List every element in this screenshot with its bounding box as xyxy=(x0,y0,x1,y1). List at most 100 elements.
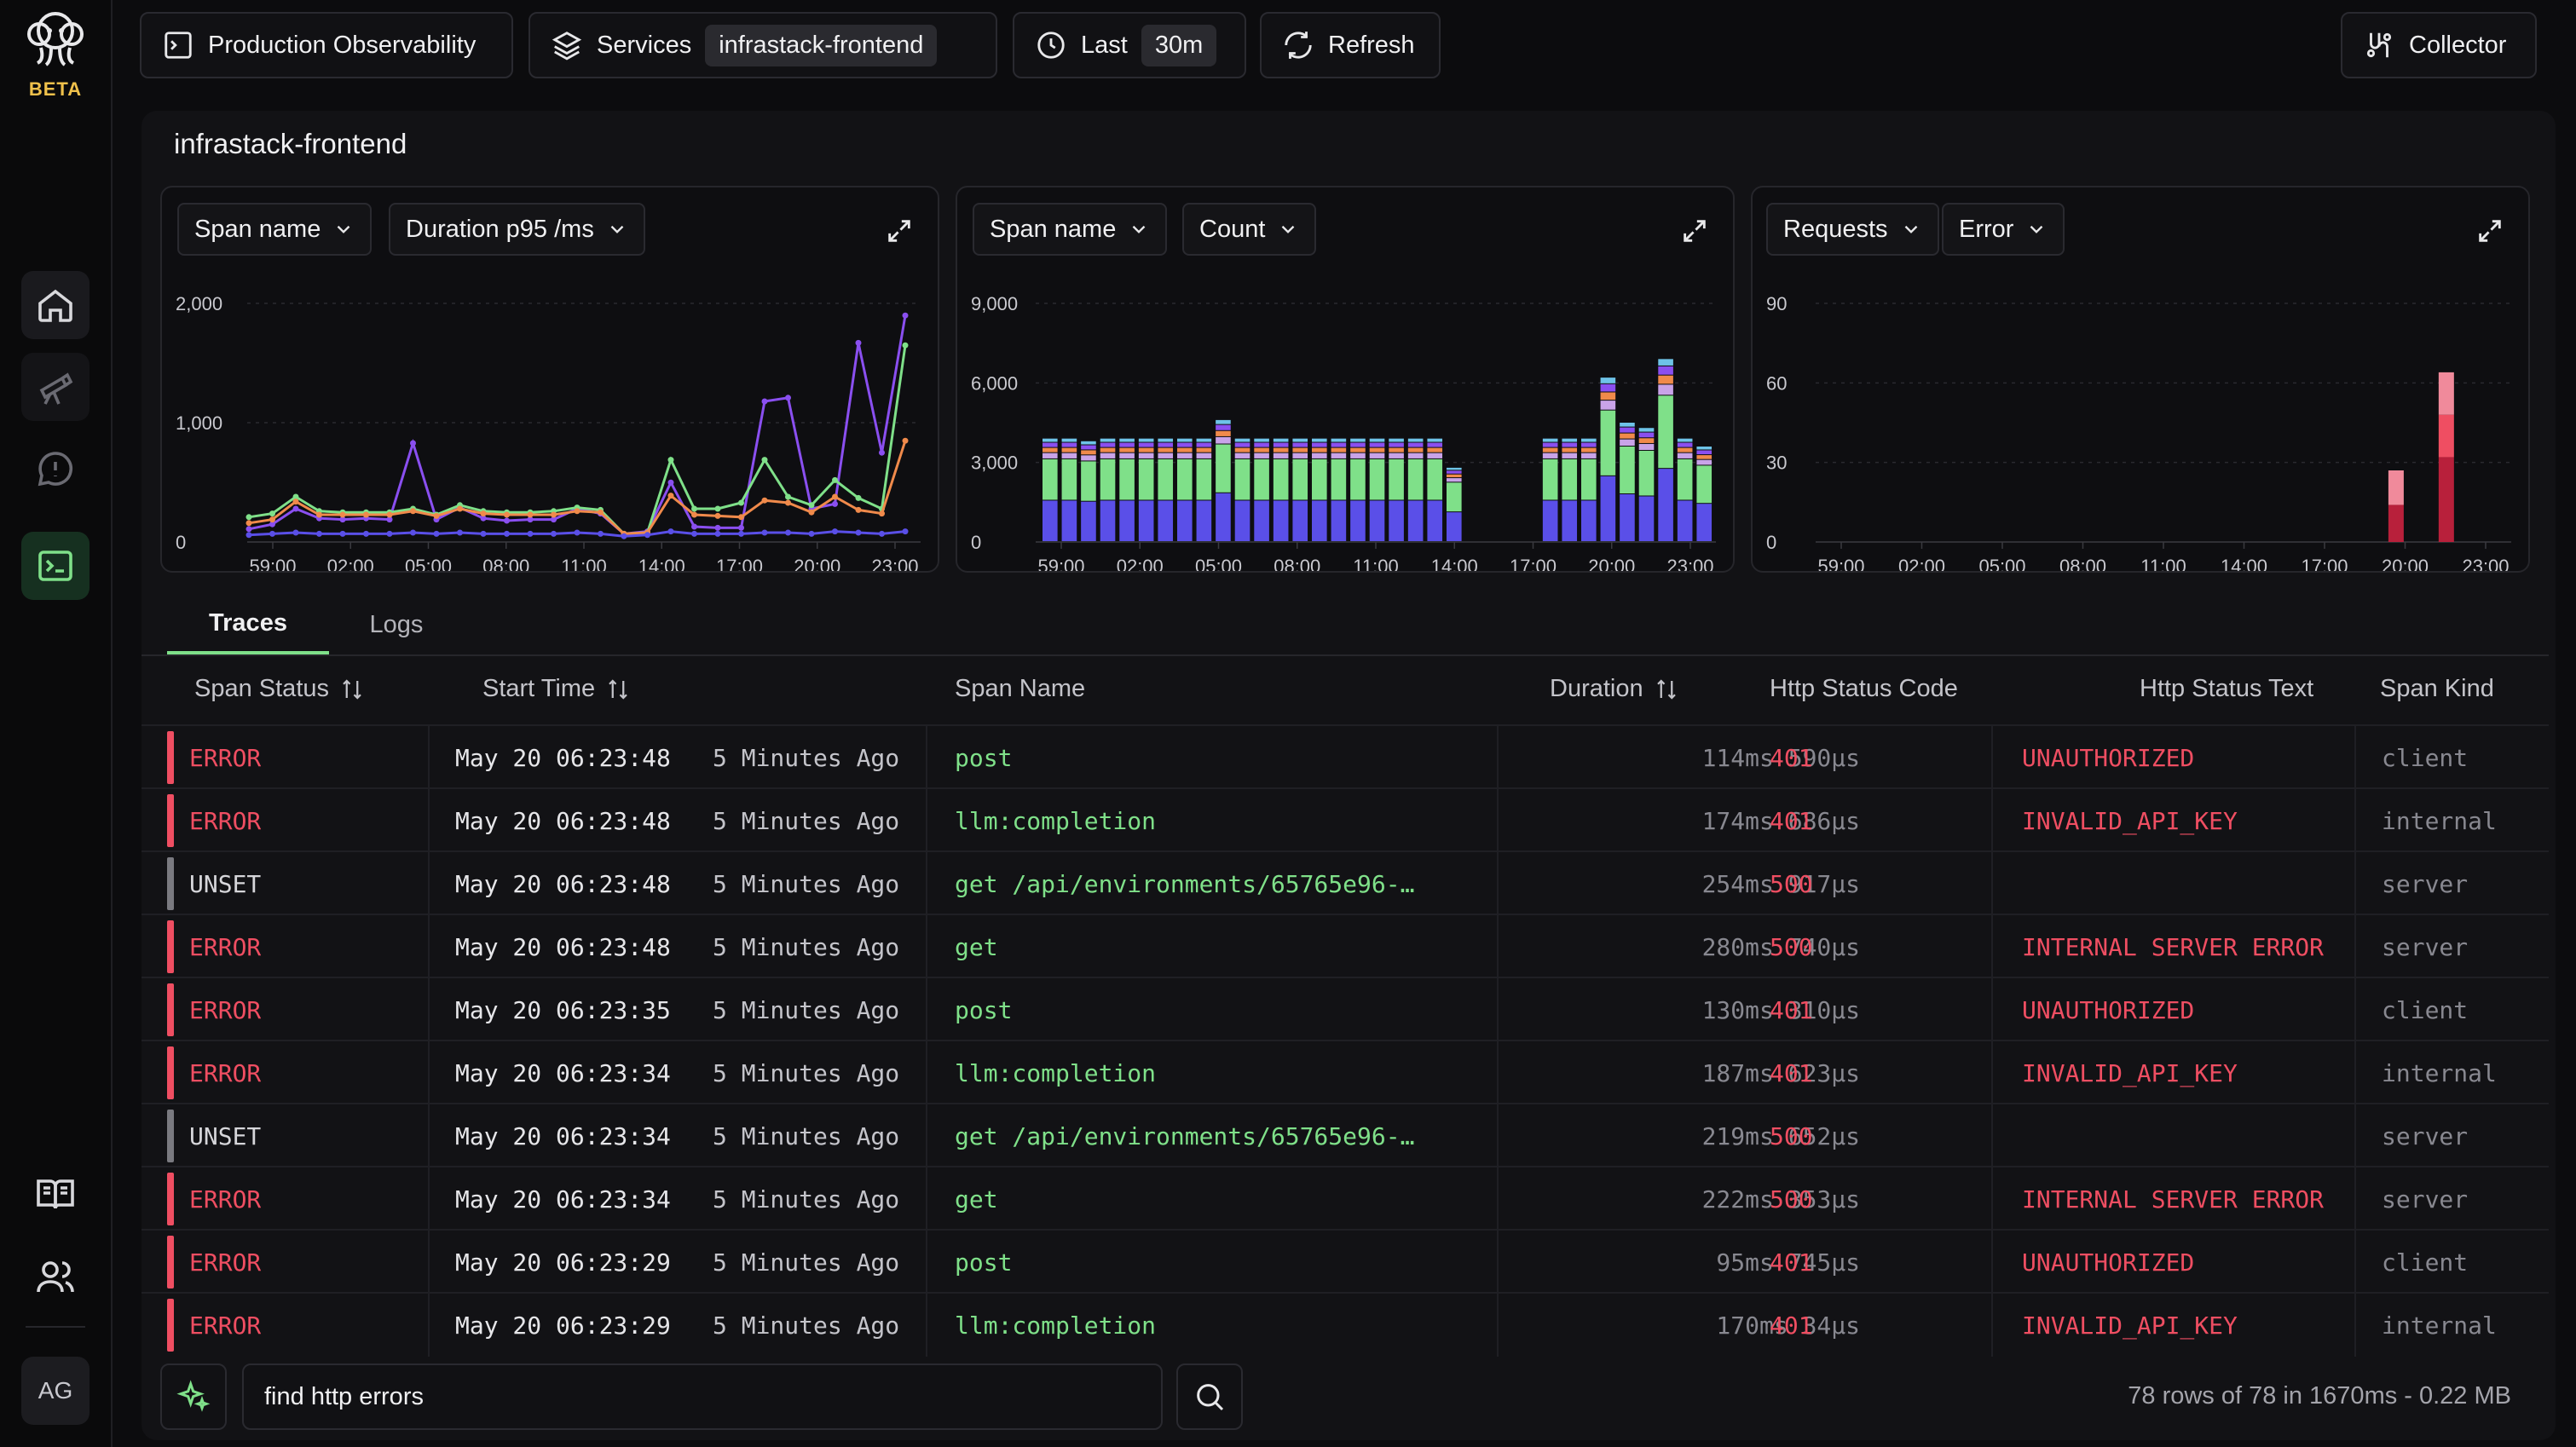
table-row[interactable]: ERROR May 20 06:23:48 5 Minutes Ago post 114… xyxy=(142,724,2549,789)
column-separator xyxy=(2354,1231,2356,1294)
x-tick-label: 11:00 xyxy=(2140,556,2186,571)
chevron-down-icon xyxy=(337,225,350,233)
span-name: get /api/environments/65765e96-… xyxy=(955,869,1415,898)
bar-segment xyxy=(1216,419,1231,424)
data-point xyxy=(245,526,252,533)
error-dropdown[interactable]: Error xyxy=(1942,203,2065,256)
table-row[interactable]: UNSET May 20 06:23:34 5 Minutes Ago get /ap… xyxy=(142,1103,2549,1167)
bar-segment xyxy=(1350,442,1366,447)
y-tick-label: 0 xyxy=(176,532,186,553)
table-row[interactable]: ERROR May 20 06:23:48 5 Minutes Ago get 280m… xyxy=(142,914,2549,978)
expand-icon[interactable] xyxy=(1680,216,1709,245)
bar-segment xyxy=(1658,375,1673,384)
collector-button[interactable]: Collector xyxy=(2341,12,2537,78)
table-row[interactable]: ERROR May 20 06:23:48 5 Minutes Ago llm:com… xyxy=(142,787,2549,852)
query-input[interactable] xyxy=(242,1363,1163,1430)
expand-icon[interactable] xyxy=(2475,216,2504,245)
docs-nav[interactable] xyxy=(21,1161,90,1229)
x-tick-label: 02:00 xyxy=(327,556,374,571)
span-kind: client xyxy=(2382,743,2469,772)
bar-segment xyxy=(1677,438,1693,442)
col-duration[interactable]: Duration xyxy=(1550,675,1679,703)
col-span-kind[interactable]: Span Kind xyxy=(2380,675,2494,703)
time-range-selector[interactable]: Last 30m xyxy=(1013,12,1246,78)
data-point xyxy=(902,437,909,444)
start-date: May 20 06:23:34 xyxy=(455,1185,671,1214)
span-status: ERROR xyxy=(189,932,262,961)
terminal-nav[interactable] xyxy=(21,532,90,600)
bar-segment xyxy=(1600,383,1616,392)
column-separator xyxy=(2354,978,2356,1041)
search-button[interactable] xyxy=(1176,1363,1243,1430)
alerts-nav[interactable] xyxy=(21,435,90,503)
column-separator xyxy=(1497,915,1499,978)
requests-dropdown[interactable]: Requests xyxy=(1766,203,1939,256)
errors-bar-chart: 90 60 30 0 59:00 02:00 05:00 08:00 11:00 14:00 17:… xyxy=(1766,293,2511,571)
table-row[interactable]: ERROR May 20 06:23:34 5 Minutes Ago get 222m… xyxy=(142,1166,2549,1231)
column-separator xyxy=(428,978,430,1041)
bar-segment xyxy=(1638,443,1655,450)
explore-nav[interactable] xyxy=(21,353,90,421)
data-point xyxy=(738,514,744,521)
bar-segment xyxy=(1427,447,1443,453)
duration-line-chart: 2,000 1,000 0 59:00 02:00 05:00 08:00 11:00 14:0… xyxy=(176,293,921,571)
project-button[interactable]: Production Observability xyxy=(140,12,513,78)
bar-segment xyxy=(1562,453,1578,458)
team-nav[interactable] xyxy=(21,1242,90,1311)
bar-segment xyxy=(1119,447,1135,453)
services-selector[interactable]: Services infrastack-frontend xyxy=(528,12,997,78)
avatar[interactable]: AG xyxy=(21,1357,90,1425)
bar-segment xyxy=(1312,447,1327,453)
col-http-status-text[interactable]: Http Status Text xyxy=(2140,675,2313,703)
table-row[interactable]: ERROR May 20 06:23:29 5 Minutes Ago llm:com… xyxy=(142,1292,2549,1357)
home-nav[interactable] xyxy=(21,271,90,339)
bar-segment xyxy=(1216,436,1231,444)
bar-segment xyxy=(1312,458,1327,500)
metric-dropdown[interactable]: Count xyxy=(1182,203,1317,256)
bar-segment xyxy=(1061,458,1077,500)
col-span-status[interactable]: Span Status xyxy=(194,675,365,703)
bar-segment xyxy=(1696,504,1713,541)
tab-traces[interactable]: Traces xyxy=(167,595,329,654)
x-tick-label: 05:00 xyxy=(405,556,452,571)
start-date: May 20 06:23:34 xyxy=(455,1058,671,1087)
logo[interactable] xyxy=(15,9,95,68)
column-separator xyxy=(1497,852,1499,915)
y-tick-label: 90 xyxy=(1766,293,1787,314)
bar-segment xyxy=(1061,438,1077,442)
refresh-button[interactable]: Refresh xyxy=(1260,12,1441,78)
bar-segment xyxy=(1638,438,1655,443)
bar-segment xyxy=(1389,447,1404,453)
sparkle-icon xyxy=(176,1380,211,1412)
x-tick-label: 02:00 xyxy=(1117,556,1164,571)
table-row[interactable]: ERROR May 20 06:23:34 5 Minutes Ago llm:com… xyxy=(142,1040,2549,1104)
column-label: Span Kind xyxy=(2380,675,2494,702)
data-point xyxy=(691,523,697,530)
data-point xyxy=(855,339,862,346)
col-span-name[interactable]: Span Name xyxy=(955,675,1085,703)
col-start-time[interactable]: Start Time xyxy=(482,675,631,703)
bar-segment xyxy=(1600,401,1616,410)
tab-logs[interactable]: Logs xyxy=(349,595,443,654)
table-row[interactable]: ERROR May 20 06:23:35 5 Minutes Ago post 130… xyxy=(142,977,2549,1041)
ai-assist-button[interactable] xyxy=(160,1363,227,1430)
column-separator xyxy=(1991,915,1993,978)
span-name-dropdown[interactable]: Span name xyxy=(973,203,1168,256)
bar-segment xyxy=(1542,458,1558,500)
expand-icon[interactable] xyxy=(885,216,914,245)
y-tick-label: 30 xyxy=(1766,453,1787,474)
bar-segment xyxy=(1658,395,1673,469)
table-row[interactable]: ERROR May 20 06:23:29 5 Minutes Ago post 95m… xyxy=(142,1229,2549,1294)
col-http-status-code[interactable]: Http Status Code xyxy=(1770,675,1958,703)
data-point xyxy=(691,505,697,512)
data-point xyxy=(386,511,393,518)
span-kind: server xyxy=(2382,1185,2469,1214)
http-status-code: 401 xyxy=(1770,1248,1813,1277)
table-row[interactable]: UNSET May 20 06:23:48 5 Minutes Ago get /ap… xyxy=(142,850,2549,915)
span-kind: client xyxy=(2382,1248,2469,1277)
span-name-dropdown[interactable]: Span name xyxy=(177,203,373,256)
bar-segment xyxy=(1350,438,1366,442)
bar-segment xyxy=(1177,458,1193,500)
metric-dropdown[interactable]: Duration p95 /ms xyxy=(389,203,645,256)
x-tick-label: 14:00 xyxy=(2221,556,2267,571)
